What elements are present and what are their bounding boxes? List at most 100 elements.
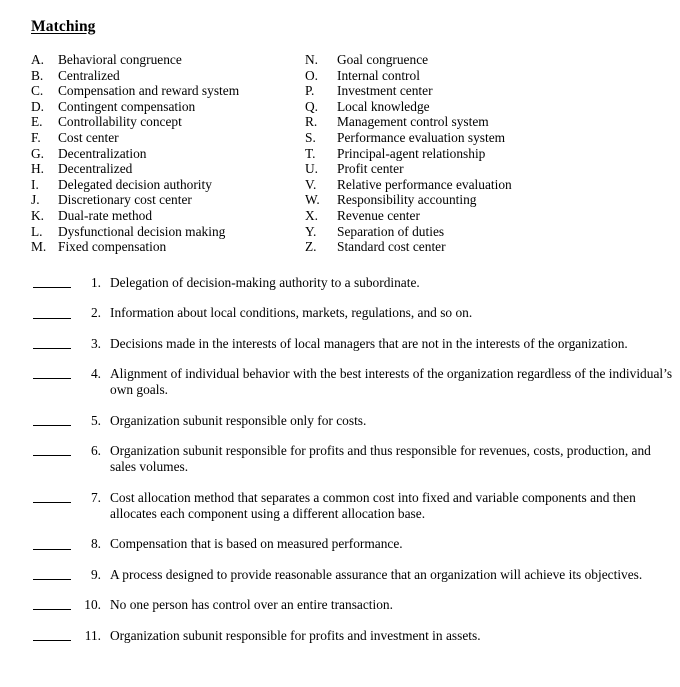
term-label: Goal congruence <box>337 52 429 67</box>
answer-blank-input[interactable] <box>31 413 75 429</box>
answer-blank-input[interactable] <box>31 336 75 352</box>
answer-blank-input[interactable] <box>31 305 75 321</box>
answer-blank-input[interactable] <box>31 366 75 382</box>
question-row: 9. A process designed to provide reasonab… <box>0 567 680 583</box>
term-label: Principal-agent relationship <box>337 145 486 161</box>
question-number: 8. <box>90 536 101 552</box>
question-text: No one person has control over an entire… <box>110 597 393 613</box>
term-row: A. Behavioral congruence <box>31 52 301 68</box>
answer-blank-input[interactable] <box>31 567 75 583</box>
term-key: D. <box>31 98 45 114</box>
term-row: H. Decentralized <box>31 161 301 177</box>
term-column-right: N. Goal congruence O. Internal control P. Inv… <box>305 52 645 255</box>
term-key: P. <box>305 83 315 99</box>
question-text: Cost allocation method that separates a … <box>110 489 636 521</box>
question-text: Organization subunit responsible for pro… <box>110 443 651 475</box>
answer-blank-input[interactable] <box>31 275 75 291</box>
term-key: S. <box>305 129 316 145</box>
question-row: 10. No one person has control over an ent… <box>0 597 680 613</box>
question-number: 1. <box>90 275 101 290</box>
question-number: 11. <box>84 627 101 643</box>
term-row: L. Dysfunctional decision making <box>31 224 301 240</box>
term-row: X. Revenue center <box>305 208 645 224</box>
term-label: Fixed compensation <box>58 239 167 255</box>
term-key: I. <box>31 176 39 192</box>
term-key: R. <box>305 114 318 130</box>
term-key: E. <box>31 114 43 130</box>
term-label: Management control system <box>337 114 489 130</box>
term-label: Discretionary cost center <box>58 192 192 208</box>
term-row: G. Decentralization <box>31 146 301 162</box>
term-key: Q. <box>305 98 319 114</box>
term-key: Y. <box>305 223 317 239</box>
term-row: D. Contingent compensation <box>31 99 301 115</box>
term-row: E. Controllability concept <box>31 114 301 130</box>
term-row: K. Dual-rate method <box>31 208 301 224</box>
question-number: 10. <box>84 597 101 613</box>
term-label: Cost center <box>58 129 119 145</box>
question-number: 5. <box>90 412 101 428</box>
answer-blank-input[interactable] <box>31 490 75 506</box>
term-key: O. <box>305 67 319 83</box>
term-key: B. <box>31 67 44 83</box>
answer-blank-input[interactable] <box>31 443 75 459</box>
term-label: Revenue center <box>337 207 420 223</box>
term-key: H. <box>31 161 45 177</box>
term-label: Standard cost center <box>337 239 446 255</box>
term-label: Internal control <box>337 67 420 83</box>
term-key: J. <box>31 192 40 208</box>
term-row: C. Compensation and reward system <box>31 83 301 99</box>
term-column-left: A. Behavioral congruence B. Centralized C. Co… <box>31 52 301 255</box>
question-number: 4. <box>90 366 101 382</box>
term-row: I. Delegated decision authority <box>31 177 301 193</box>
term-row: M. Fixed compensation <box>31 239 301 255</box>
question-text: Organization subunit responsible for pro… <box>110 627 481 643</box>
term-row: O. Internal control <box>305 68 645 84</box>
term-label: Performance evaluation system <box>337 129 506 145</box>
question-row: 11. Organization subunit responsible for … <box>0 628 680 644</box>
term-row: R. Management control system <box>305 114 645 130</box>
term-label: Dual-rate method <box>58 207 153 223</box>
term-row: B. Centralized <box>31 68 301 84</box>
term-key: A. <box>31 52 45 67</box>
question-number: 3. <box>90 335 101 351</box>
term-key: N. <box>305 52 319 67</box>
answer-blank-input[interactable] <box>31 628 75 644</box>
question-text: Delegation of decision-making authority … <box>110 275 420 290</box>
term-key: X. <box>305 207 319 223</box>
question-row: 4. Alignment of individual behavior with … <box>0 366 680 398</box>
question-row: 2. Information about local conditions, ma… <box>0 305 680 321</box>
term-label: Compensation and reward system <box>58 83 240 99</box>
term-label: Dysfunctional decision making <box>58 223 226 239</box>
term-row: Z. Standard cost center <box>305 239 645 255</box>
term-key: C. <box>31 83 44 99</box>
term-key: Z. <box>305 239 317 255</box>
term-row: V. Relative performance evaluation <box>305 177 645 193</box>
question-row: 3. Decisions made in the interests of loc… <box>0 336 680 352</box>
term-row: Q. Local knowledge <box>305 99 645 115</box>
term-row: T. Principal-agent relationship <box>305 146 645 162</box>
question-text: Decisions made in the interests of local… <box>110 335 628 351</box>
question-row: 1. Delegation of decision-making authorit… <box>0 275 680 291</box>
term-row: N. Goal congruence <box>305 52 645 68</box>
term-label: Investment center <box>337 83 433 99</box>
term-label: Decentralized <box>58 161 133 177</box>
answer-blank-input[interactable] <box>31 597 75 613</box>
question-text: Compensation that is based on measured p… <box>110 536 403 552</box>
term-key: M. <box>31 239 47 255</box>
term-label: Profit center <box>337 161 404 177</box>
term-row: S. Performance evaluation system <box>305 130 645 146</box>
term-label: Responsibility accounting <box>337 192 477 208</box>
term-key: V. <box>305 176 317 192</box>
term-key: T. <box>305 145 316 161</box>
term-row: Y. Separation of duties <box>305 224 645 240</box>
term-key: F. <box>31 129 41 145</box>
term-key: W. <box>305 192 320 208</box>
term-label: Relative performance evaluation <box>337 176 512 192</box>
question-row: 5. Organization subunit responsible only … <box>0 413 680 429</box>
term-label: Separation of duties <box>337 223 445 239</box>
term-row: J. Discretionary cost center <box>31 192 301 208</box>
answer-blank-input[interactable] <box>31 536 75 552</box>
term-label: Delegated decision authority <box>58 176 212 192</box>
term-row: F. Cost center <box>31 130 301 146</box>
